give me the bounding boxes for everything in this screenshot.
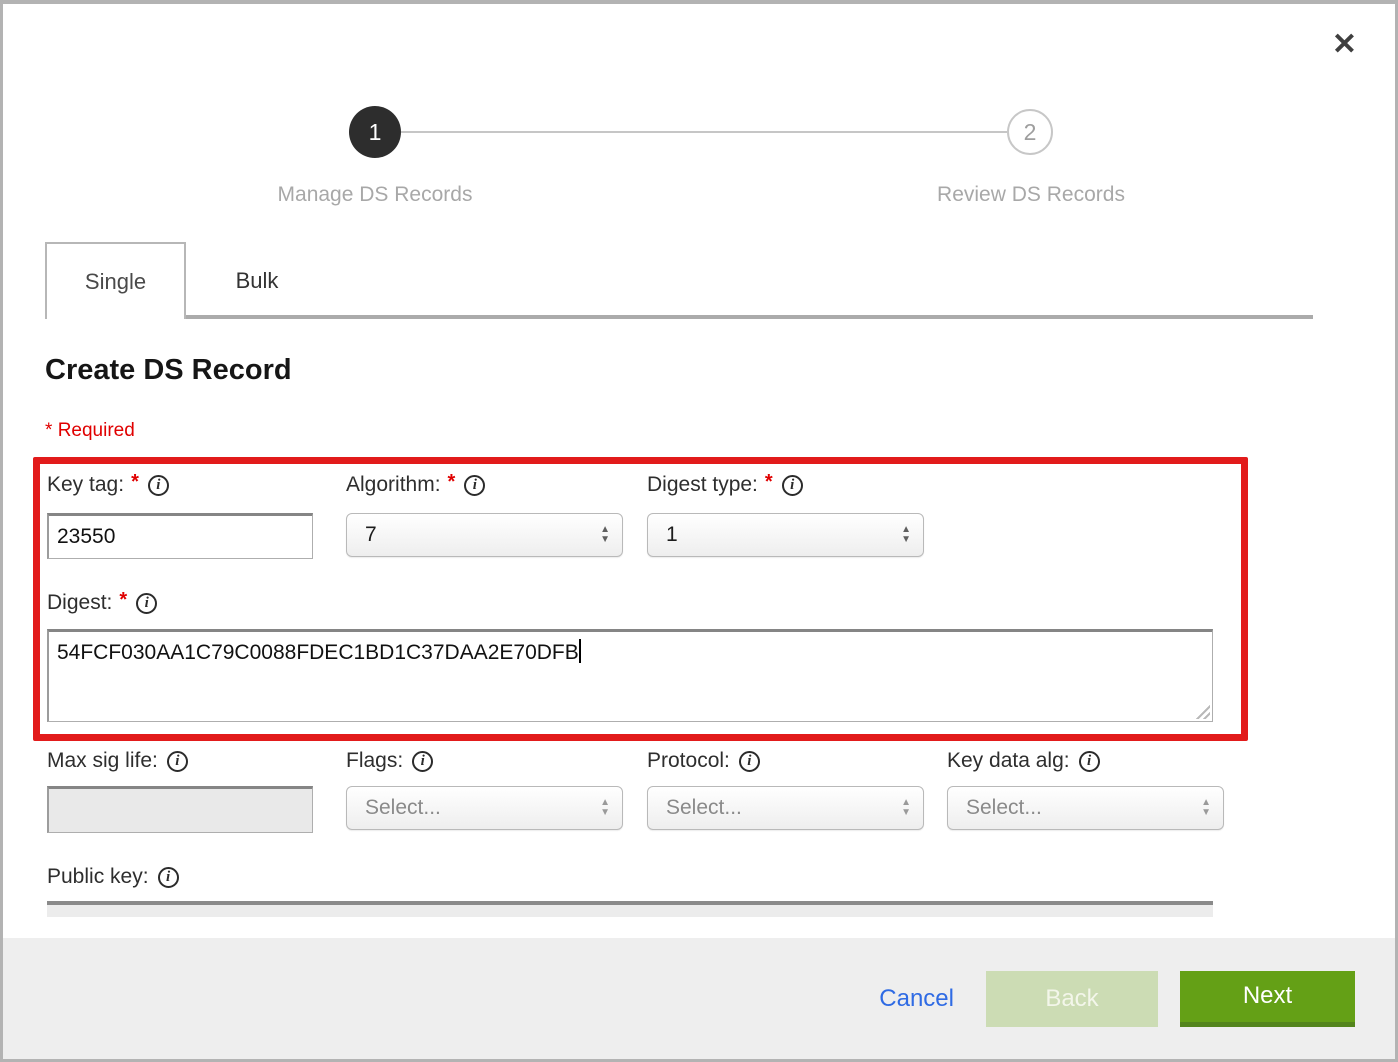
- text-cursor: [579, 639, 581, 663]
- flags-label: Flags: i: [346, 748, 433, 774]
- step-2-indicator: 2: [1007, 109, 1053, 155]
- info-icon[interactable]: i: [464, 475, 485, 496]
- tab-bar-divider: [186, 315, 1313, 319]
- info-icon[interactable]: i: [782, 475, 803, 496]
- key-data-alg-select[interactable]: Select... ▲▼: [947, 786, 1224, 830]
- required-asterisk: *: [765, 471, 773, 494]
- info-icon[interactable]: i: [148, 475, 169, 496]
- algorithm-label: Algorithm: * i: [346, 472, 485, 498]
- select-arrows-icon: ▲▼: [600, 799, 610, 817]
- select-arrows-icon: ▲▼: [1201, 799, 1211, 817]
- step-1-indicator: 1: [349, 106, 401, 158]
- select-arrows-icon: ▲▼: [600, 526, 610, 544]
- tab-single[interactable]: Single: [45, 242, 186, 319]
- public-key-label: Public key: i: [47, 864, 179, 890]
- flags-select[interactable]: Select... ▲▼: [346, 786, 623, 830]
- page-title: Create DS Record: [45, 354, 292, 387]
- select-arrows-icon: ▲▼: [901, 526, 911, 544]
- public-key-textarea[interactable]: [47, 901, 1213, 917]
- cancel-link[interactable]: Cancel: [879, 985, 954, 1013]
- algorithm-select[interactable]: 7 ▲▼: [346, 513, 623, 557]
- max-sig-life-label: Max sig life: i: [47, 748, 188, 774]
- step-2-label: Review DS Records: [901, 183, 1161, 207]
- key-tag-label: Key tag: * i: [47, 472, 169, 498]
- next-button[interactable]: Next: [1180, 971, 1355, 1027]
- info-icon[interactable]: i: [136, 593, 157, 614]
- info-icon[interactable]: i: [158, 867, 179, 888]
- stepper-connector: [401, 131, 1007, 133]
- create-ds-record-modal: ✕ 1 2 Manage DS Records Review DS Record…: [0, 0, 1398, 1062]
- resize-handle-icon[interactable]: [1193, 702, 1210, 719]
- close-icon[interactable]: ✕: [1332, 30, 1357, 60]
- select-arrows-icon: ▲▼: [901, 799, 911, 817]
- protocol-select[interactable]: Select... ▲▼: [647, 786, 924, 830]
- modal-footer: Cancel Back Next: [3, 938, 1395, 1059]
- digest-label: Digest: * i: [47, 590, 157, 616]
- key-data-alg-label: Key data alg: i: [947, 748, 1100, 774]
- key-tag-input[interactable]: [47, 513, 313, 559]
- back-button[interactable]: Back: [986, 971, 1158, 1027]
- required-asterisk: *: [119, 589, 127, 612]
- required-asterisk: *: [448, 471, 456, 494]
- info-icon[interactable]: i: [739, 751, 760, 772]
- max-sig-life-input[interactable]: [47, 786, 313, 833]
- tab-bar: Single Bulk: [45, 242, 1313, 319]
- info-icon[interactable]: i: [1079, 751, 1100, 772]
- required-note: * Required: [45, 420, 135, 442]
- tab-bulk[interactable]: Bulk: [186, 242, 328, 319]
- required-asterisk: *: [45, 420, 52, 441]
- digest-textarea[interactable]: 54FCF030AA1C79C0088FDEC1BD1C37DAA2E70DFB: [47, 629, 1213, 722]
- info-icon[interactable]: i: [412, 751, 433, 772]
- required-asterisk: *: [131, 471, 139, 494]
- info-icon[interactable]: i: [167, 751, 188, 772]
- step-1-label: Manage DS Records: [245, 183, 505, 207]
- digest-type-select[interactable]: 1 ▲▼: [647, 513, 924, 557]
- digest-type-label: Digest type: * i: [647, 472, 803, 498]
- protocol-label: Protocol: i: [647, 748, 760, 774]
